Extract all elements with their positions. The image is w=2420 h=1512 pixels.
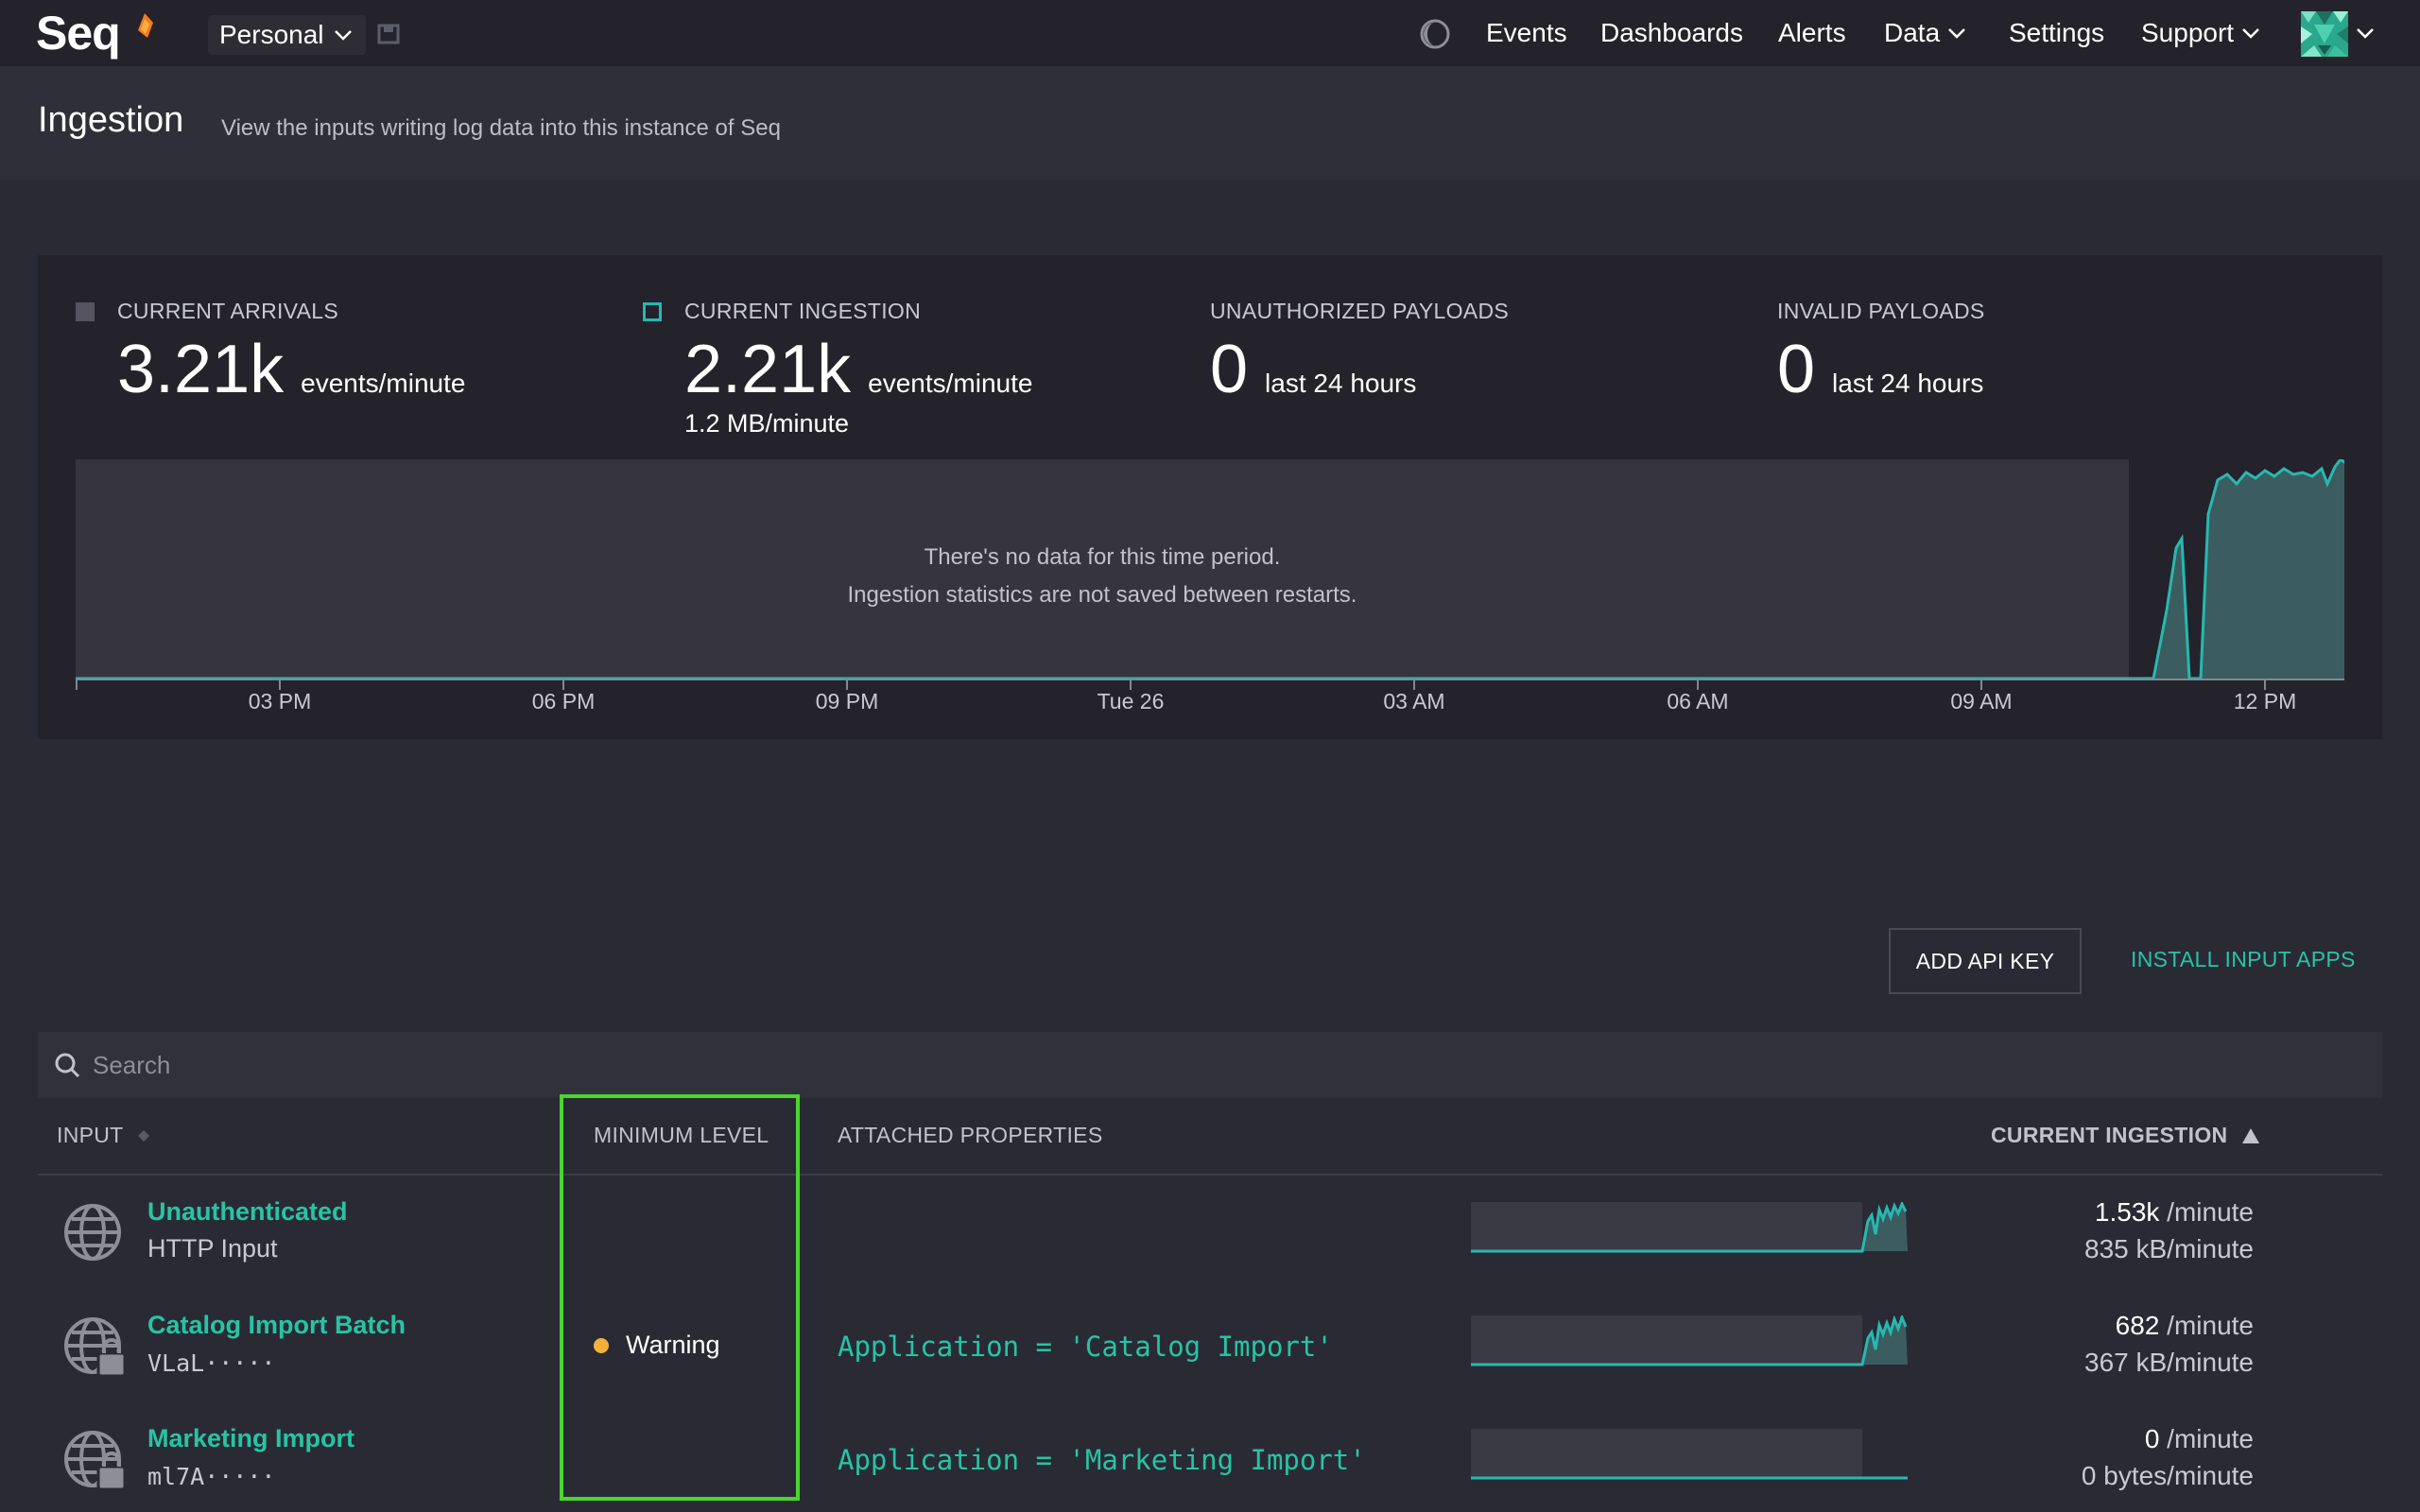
- page-title: Ingestion: [38, 100, 184, 140]
- stat-value: 0: [1210, 332, 1249, 407]
- workspace-label: Personal: [219, 20, 324, 49]
- rate-unit: /minute: [2167, 1311, 2254, 1340]
- no-data-line-2: Ingestion statistics are not saved betwe…: [847, 582, 1357, 608]
- stat-value: 2.21k: [684, 332, 852, 407]
- attached-property: Application = 'Marketing Import': [838, 1444, 1366, 1476]
- stat-unit: last 24 hours: [1832, 369, 1984, 398]
- input-type: HTTP Input: [147, 1234, 278, 1263]
- th-attached-properties[interactable]: ATTACHED PROPERTIES: [838, 1123, 1102, 1148]
- stat-sub: 1.2 MB/minute: [684, 409, 850, 438]
- input-name-link[interactable]: Marketing Import: [147, 1424, 354, 1453]
- globe-lock-icon: [64, 1317, 127, 1378]
- nav-support-label: Support: [2141, 18, 2235, 47]
- user-avatar[interactable]: [2301, 11, 2348, 57]
- x-tick-label: 12 PM: [2234, 689, 2296, 713]
- x-tick-label: 09 PM: [816, 689, 878, 713]
- stat-value: 0: [1777, 332, 1816, 407]
- nav-support[interactable]: Support: [2141, 0, 2260, 66]
- input-name-link[interactable]: Catalog Import Batch: [147, 1311, 406, 1340]
- stat-unit: events/minute: [868, 369, 1033, 398]
- search-bar: [38, 1032, 2382, 1098]
- stat-current-arrivals: CURRENT ARRIVALS 3.21k events/minute: [76, 299, 465, 405]
- nav-settings[interactable]: Settings: [2009, 0, 2104, 66]
- globe-icon: [64, 1204, 121, 1261]
- minimum-level-column-highlight: [560, 1094, 800, 1501]
- x-tick-label: 06 PM: [532, 689, 595, 713]
- add-api-key-button[interactable]: ADD API KEY: [1889, 928, 2082, 994]
- stat-unit: last 24 hours: [1265, 369, 1417, 398]
- th-input[interactable]: INPUT: [57, 1123, 156, 1148]
- workspace-save-icon[interactable]: [376, 23, 401, 45]
- input-name-link[interactable]: Unauthenticated: [147, 1197, 348, 1227]
- stat-unit: events/minute: [301, 369, 466, 398]
- chevron-down-icon: [334, 30, 352, 41]
- ingestion-legend-box[interactable]: [643, 301, 662, 321]
- x-axis-ticks: 03 PM 06 PM 09 PM Tue 26 03 AM 06 AM 09 AM 12 P…: [76, 679, 2296, 713]
- nav-dashboards[interactable]: Dashboards: [1600, 0, 1743, 66]
- x-tick-label: Tue 26: [1098, 689, 1165, 713]
- row-rate: 0 /minute: [2145, 1424, 2254, 1454]
- sort-ascending-icon: [2242, 1127, 2260, 1143]
- top-bar: Seq Personal Events Dashboards Alerts Da…: [0, 0, 2420, 66]
- stat-label: CURRENT ARRIVALS: [117, 299, 339, 323]
- workspace-selector[interactable]: Personal: [208, 15, 366, 55]
- sort-icon: [137, 1129, 149, 1142]
- stat-label: UNAUTHORIZED PAYLOADS: [1210, 299, 1509, 323]
- no-data-line-1: There's no data for this time period.: [924, 544, 1281, 570]
- nav-data[interactable]: Data: [1884, 0, 1966, 66]
- chevron-down-icon[interactable]: [2356, 26, 2375, 40]
- x-tick-label: 09 AM: [1950, 689, 2012, 713]
- search-icon: [55, 1053, 80, 1078]
- row-sparkline: [1471, 1315, 1908, 1366]
- row-sparkline: [1471, 1429, 1908, 1480]
- th-current-ingestion[interactable]: CURRENT INGESTION: [1991, 1123, 2263, 1148]
- api-key-token: VLaL·····: [147, 1349, 276, 1377]
- row-rate: 682 /minute: [2116, 1311, 2254, 1341]
- stat-current-ingestion: CURRENT INGESTION 2.21k events/minute 1.…: [643, 299, 1032, 438]
- stat-invalid-payloads: INVALID PAYLOADS 0 last 24 hours: [1777, 299, 1985, 405]
- install-input-apps-link[interactable]: INSTALL INPUT APPS: [2131, 947, 2356, 972]
- stat-label: INVALID PAYLOADS: [1777, 299, 1985, 323]
- api-key-token: ml7A·····: [147, 1463, 276, 1490]
- search-input[interactable]: [93, 1050, 2267, 1080]
- no-data-message: There's no data for this time period. In…: [76, 539, 2129, 614]
- th-current-ingestion-label: CURRENT INGESTION: [1991, 1123, 2228, 1147]
- row-sparkline: [1471, 1202, 1908, 1253]
- stat-value: 3.21k: [117, 332, 285, 407]
- stat-unauthorized-payloads: UNAUTHORIZED PAYLOADS 0 last 24 hours: [1210, 299, 1509, 405]
- x-tick-label: 03 AM: [1383, 689, 1444, 713]
- row-bytes: 0 bytes/minute: [2081, 1461, 2254, 1490]
- x-tick-label: 06 AM: [1667, 689, 1728, 713]
- row-rate: 1.53k /minute: [2095, 1197, 2254, 1228]
- chevron-down-icon: [1948, 28, 1966, 39]
- table-header-divider: [38, 1174, 2382, 1176]
- rate-unit: /minute: [2167, 1424, 2254, 1453]
- x-tick-label: 03 PM: [249, 689, 311, 713]
- row-bytes: 835 kB/minute: [2084, 1234, 2254, 1263]
- globe-lock-icon: [64, 1431, 127, 1491]
- rate-unit: /minute: [2167, 1197, 2254, 1227]
- page-subtitle: View the inputs writing log data into th…: [221, 115, 781, 141]
- minimum-level-value[interactable]: Warning: [594, 1331, 720, 1360]
- rate-value: 1.53k: [2094, 1197, 2160, 1227]
- warning-level-dot: [594, 1337, 609, 1353]
- th-input-label: INPUT: [57, 1123, 124, 1147]
- arrivals-legend-box[interactable]: [76, 301, 95, 321]
- rate-value: 0: [2144, 1424, 2160, 1453]
- nav-data-label: Data: [1884, 18, 1941, 47]
- level-label: Warning: [626, 1331, 720, 1359]
- page-header: Ingestion View the inputs writing log da…: [0, 66, 2420, 180]
- row-bytes: 367 kB/minute: [2084, 1348, 2254, 1377]
- nav-alerts[interactable]: Alerts: [1778, 0, 1846, 66]
- theme-toggle-icon[interactable]: [1418, 17, 1452, 51]
- chevron-down-icon: [2242, 28, 2259, 39]
- rate-value: 682: [2115, 1311, 2160, 1340]
- stat-label: CURRENT INGESTION: [684, 299, 922, 323]
- nav-events[interactable]: Events: [1486, 0, 1567, 66]
- seq-flame-icon: [138, 13, 153, 38]
- attached-property: Application = 'Catalog Import': [838, 1331, 1333, 1363]
- seq-logo[interactable]: Seq: [36, 6, 121, 60]
